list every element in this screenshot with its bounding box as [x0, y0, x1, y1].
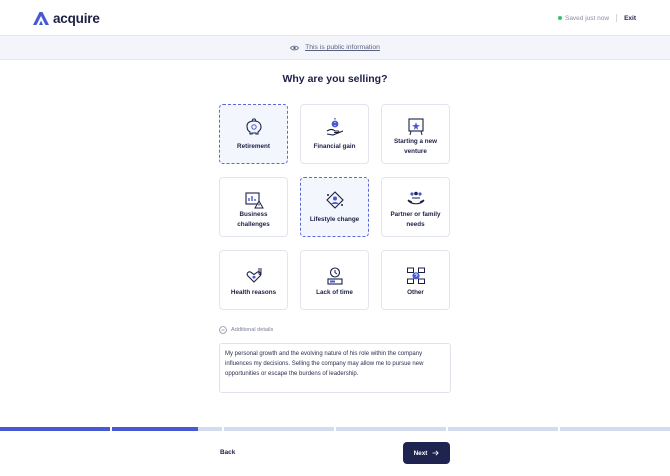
public-info-bar: This is public information: [0, 36, 670, 60]
option-label: Lifestyle change: [309, 216, 360, 223]
additional-details-label: Additional details: [231, 327, 274, 333]
stethoscope-heart-icon: [246, 268, 261, 283]
saved-dot-icon: [557, 16, 562, 20]
option-label: Other: [407, 289, 424, 296]
eye-icon: [290, 45, 300, 50]
clock-money-icon: [326, 267, 343, 285]
arrow-right-icon: [432, 450, 440, 456]
chart-warning-icon: [244, 192, 264, 209]
money-hand-icon: [326, 118, 343, 136]
progress-segment: [0, 427, 110, 431]
option-label-line: Business: [239, 211, 268, 218]
option-partner-family[interactable]: Partner or family needs: [381, 177, 450, 237]
option-label-line: Partner or family: [390, 211, 441, 218]
top-bar: acquire Saved just now Exit: [0, 0, 670, 36]
option-other[interactable]: Other: [381, 250, 450, 310]
idea-board-icon: [407, 118, 424, 136]
progress-segment: [336, 427, 446, 431]
option-retirement[interactable]: Retirement: [219, 104, 288, 164]
piggy-bank-icon: [245, 118, 262, 135]
divider: [616, 14, 618, 22]
option-business-challenges[interactable]: Business challenges: [219, 177, 288, 237]
question-grid-icon: [406, 267, 425, 284]
brand-logo[interactable]: acquire: [33, 11, 100, 26]
public-info-link[interactable]: This is public information: [305, 44, 380, 51]
option-label: Health reasons: [230, 289, 277, 296]
saved-status-text: Saved just now: [564, 14, 610, 22]
next-button-label: Next: [413, 449, 428, 457]
option-lifestyle-change[interactable]: Lifestyle change: [300, 177, 369, 237]
additional-details-textarea[interactable]: My personal growth and the evolving natu…: [219, 343, 451, 393]
save-status: Saved just now Exit: [557, 14, 636, 22]
additional-details-toggle[interactable]: Additional details: [219, 326, 273, 334]
progress-segment: [448, 427, 558, 431]
progress-segment: [560, 427, 670, 431]
progress-segment: [224, 427, 334, 431]
option-label: Lack of time: [316, 289, 353, 296]
option-lack-of-time[interactable]: Lack of time: [300, 250, 369, 310]
option-label-line: challenges: [237, 221, 270, 228]
exit-button[interactable]: Exit: [624, 15, 636, 22]
option-label: Business challenges: [224, 210, 283, 230]
reason-options-grid: Retirement Financial gain Starting a new…: [219, 104, 450, 310]
page-title: Why are you selling?: [282, 73, 388, 85]
option-new-venture[interactable]: Starting a new venture: [381, 104, 450, 164]
family-hands-icon: [406, 191, 425, 205]
progress-segment: [112, 427, 222, 431]
option-label-line: needs: [406, 221, 425, 228]
minus-circle-icon: [219, 326, 227, 334]
next-button[interactable]: Next: [403, 442, 450, 464]
acquire-logo-icon: [33, 12, 49, 25]
option-label: Financial gain: [313, 143, 356, 150]
option-label: Starting a new venture: [386, 137, 445, 157]
back-button[interactable]: Back: [220, 449, 235, 456]
option-financial-gain[interactable]: Financial gain: [300, 104, 369, 164]
option-label: Retirement: [237, 143, 270, 150]
option-health-reasons[interactable]: Health reasons: [219, 250, 288, 310]
option-label-line: Starting a new: [393, 138, 438, 145]
option-label: Partner or family needs: [386, 210, 445, 230]
brand-name: acquire: [53, 11, 100, 26]
progress-bar: [0, 427, 670, 431]
lifestyle-cycle-icon: [325, 191, 344, 209]
option-label-line: venture: [404, 148, 427, 155]
